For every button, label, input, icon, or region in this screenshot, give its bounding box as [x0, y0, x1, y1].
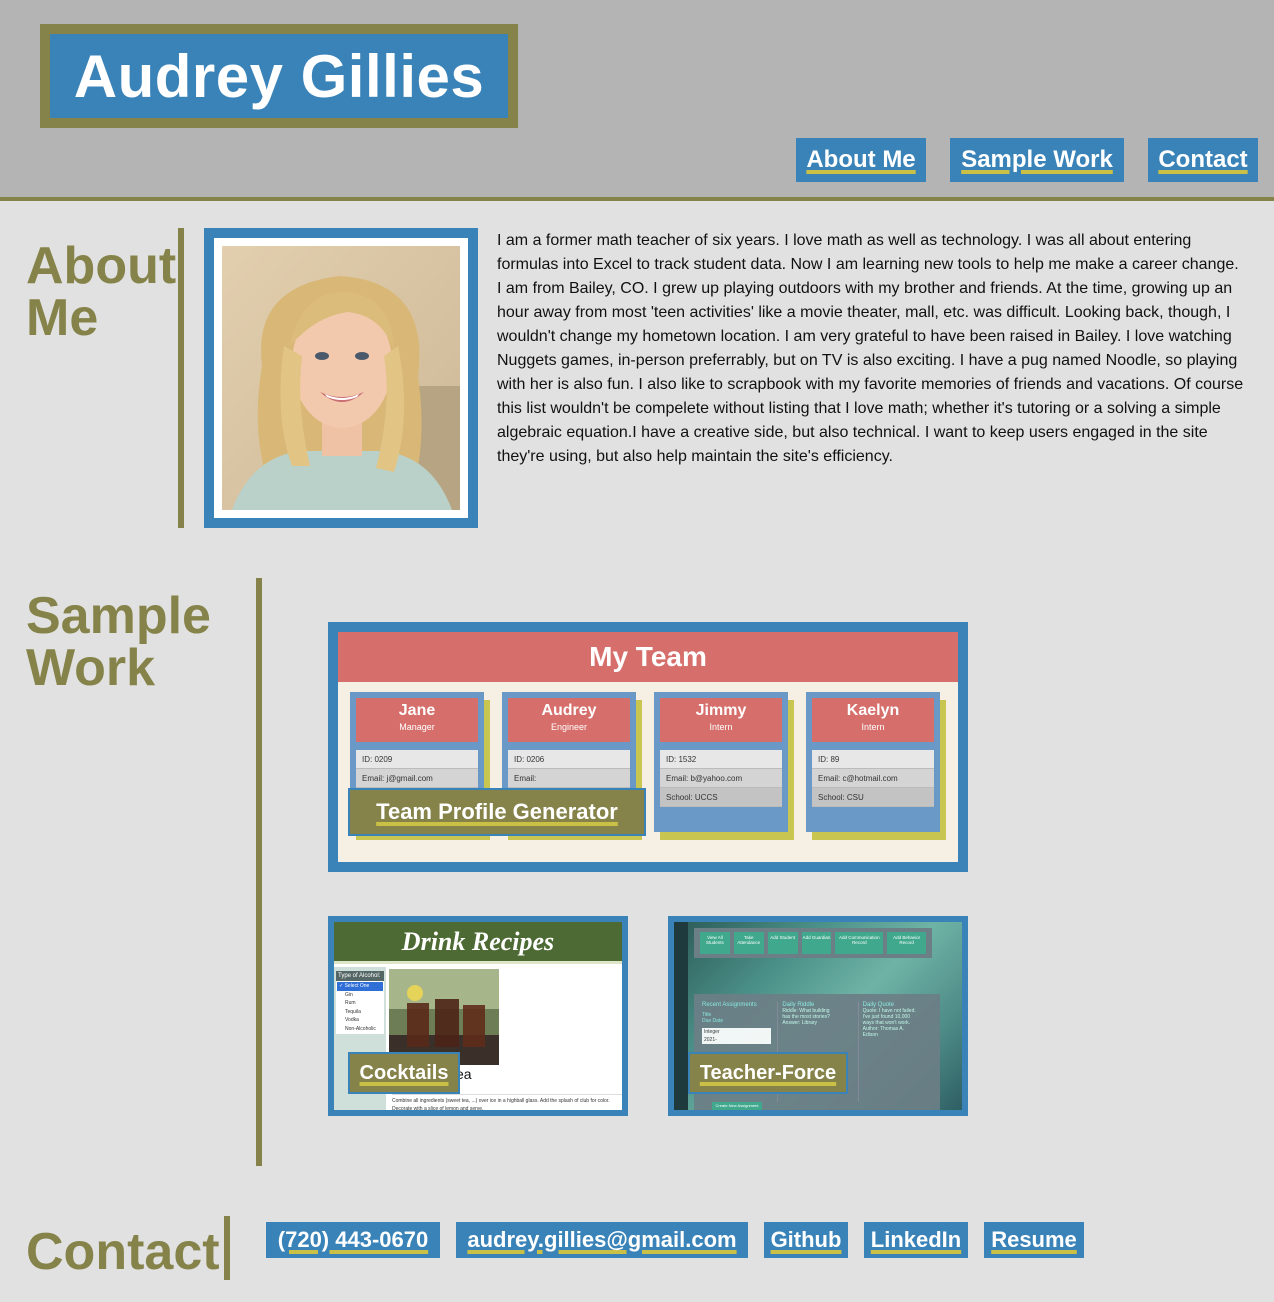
- github-link-label: Github: [770, 1227, 842, 1252]
- alcohol-option: ✓ Select One: [337, 982, 383, 991]
- teacher-panel-line: Edison: [862, 1032, 878, 1038]
- alcohol-option: Rum: [345, 1000, 356, 1006]
- about-heading: About Me: [26, 237, 177, 347]
- teacher-panel: Daily Quote Quote: I have not failed. I'…: [857, 1002, 932, 1102]
- teacher-panel-line: Answer: Library: [782, 1020, 818, 1026]
- contact-heading: Contact: [26, 1223, 220, 1281]
- about-divider: [178, 228, 184, 528]
- project-label-team-profile[interactable]: Team Profile Generator: [348, 788, 646, 836]
- team-heading: My Team: [338, 632, 958, 682]
- project-label-cocktails[interactable]: Cocktails: [348, 1052, 460, 1094]
- alcohol-option: Tequila: [345, 1008, 361, 1015]
- nav-contact-label: Contact: [1158, 146, 1248, 173]
- nav-sample-work-label: Sample Work: [961, 146, 1113, 173]
- nav-about-me[interactable]: About Me: [796, 138, 926, 182]
- team-member-role: Intern: [709, 722, 733, 732]
- sample-work-divider: [256, 578, 262, 1166]
- teacher-panel-line: 2021-: [702, 1036, 772, 1044]
- project-card-team-profile[interactable]: My Team Jane Manager ID: 0209 Email: j@gm…: [328, 622, 968, 872]
- team-member-header: Jane Manager: [356, 698, 478, 742]
- alcohol-option: Vodka: [345, 1017, 359, 1023]
- team-member-email: Email: c@hotmail.com: [812, 769, 934, 788]
- teacher-side-strip: [674, 922, 688, 1110]
- team-member-email: Email: b@yahoo.com: [660, 769, 782, 788]
- site-header: Audrey Gillies About Me Sample Work Cont…: [0, 0, 1274, 201]
- create-assignment-button: Create New Assignment: [712, 1102, 762, 1110]
- alcohol-select-list: ✓ Select One Gin Rum Tequila Vodka Non-A…: [336, 981, 384, 1034]
- nav-about-me-label: About Me: [806, 146, 916, 173]
- about-paragraph: I am a former math teacher of six years.…: [497, 232, 1244, 465]
- team-member-role: Manager: [399, 722, 435, 732]
- team-member-name: Jimmy: [695, 702, 747, 719]
- profile-photo-frame: [204, 228, 478, 528]
- team-member-header: Jimmy Intern: [660, 698, 782, 742]
- phone-link-label: (720) 443-0670: [277, 1227, 429, 1252]
- teacher-panel-line: Integer: [702, 1028, 772, 1036]
- sample-work-heading: Sample Work: [26, 587, 211, 697]
- team-member-header: Kaelyn Intern: [812, 698, 934, 742]
- drink-recipes-heading: Drink Recipes: [334, 922, 622, 964]
- team-member-id: ID: 0209: [356, 750, 478, 769]
- team-member-header: Audrey Engineer: [508, 698, 630, 742]
- teacher-toolbar-button: Add Communication Record: [835, 932, 884, 954]
- contact-divider: [224, 1216, 230, 1280]
- project-label-teacher-force[interactable]: Teacher-Force: [688, 1052, 848, 1094]
- team-member-id: ID: 1532: [660, 750, 782, 769]
- cocktails-screenshot: Drink Recipes Type of Alcohol: ✓ Select …: [334, 922, 622, 1110]
- phone-link[interactable]: (720) 443-0670: [266, 1222, 440, 1258]
- nav-sample-work[interactable]: Sample Work: [950, 138, 1124, 182]
- team-member-name: Kaelyn: [846, 702, 900, 719]
- team-member-card: Jimmy Intern ID: 1532 Email: b@yahoo.com …: [654, 692, 788, 832]
- team-member-name: Audrey: [541, 702, 597, 719]
- alcohol-select-label: Type of Alcohol:: [336, 971, 384, 981]
- iced-tea-image: [389, 969, 499, 1065]
- teacher-panel-line: Due Date: [702, 1018, 724, 1024]
- team-profile-screenshot: My Team Jane Manager ID: 0209 Email: j@gm…: [338, 632, 958, 862]
- teacher-toolbar-button: Take Attendance: [733, 932, 764, 954]
- project-label-text: Cocktails: [359, 1061, 449, 1084]
- profile-photo-mat: [214, 238, 468, 518]
- teacher-toolbar-button: View All Students: [700, 932, 730, 954]
- team-member-name: Jane: [398, 702, 436, 719]
- email-link-label: audrey.gillies@gmail.com: [467, 1227, 737, 1252]
- team-member-id: ID: 89: [812, 750, 934, 769]
- teacher-panel-title: Recent Assignments: [702, 1002, 757, 1008]
- team-member-school: School: UCCS: [660, 788, 782, 807]
- alcohol-option: Non-Alcoholic: [345, 1025, 376, 1032]
- team-member-card: Kaelyn Intern ID: 89 Email: c@hotmail.com…: [806, 692, 940, 832]
- teacher-toolbar-button: Add Student: [767, 932, 798, 954]
- teacher-force-screenshot: View All Students Take Attendance Add St…: [674, 922, 962, 1110]
- linkedin-link-label: LinkedIn: [870, 1227, 962, 1252]
- project-card-teacher-force[interactable]: View All Students Take Attendance Add St…: [668, 916, 968, 1116]
- project-label-text: Teacher-Force: [699, 1061, 837, 1084]
- nav-contact[interactable]: Contact: [1148, 138, 1258, 182]
- profile-photo: [222, 246, 460, 510]
- site-title: Audrey Gillies: [73, 42, 485, 110]
- team-member-email: Email:: [508, 769, 630, 788]
- teacher-toolbar-button: Add Behavior Record: [887, 932, 927, 954]
- team-member-role: Engineer: [550, 722, 588, 732]
- site-title-box: Audrey Gillies: [50, 34, 508, 118]
- project-label-text: Team Profile Generator: [376, 799, 618, 824]
- portrait-image: [222, 246, 460, 510]
- email-link[interactable]: audrey.gillies@gmail.com: [456, 1222, 748, 1258]
- team-member-school: School: CSU: [812, 788, 934, 807]
- site-title-frame: Audrey Gillies: [40, 24, 518, 128]
- team-member-id: ID: 0206: [508, 750, 630, 769]
- alcohol-option: Gin: [345, 991, 353, 998]
- drink-photo: [389, 969, 499, 1065]
- linkedin-link[interactable]: LinkedIn: [864, 1222, 968, 1258]
- team-member-role: Intern: [861, 722, 885, 732]
- project-card-cocktails[interactable]: Drink Recipes Type of Alcohol: ✓ Select …: [328, 916, 628, 1116]
- recipe-instructions: Combine all ingredients (sweet tea, ...)…: [392, 1094, 622, 1110]
- github-link[interactable]: Github: [764, 1222, 848, 1258]
- teacher-toolbar: View All Students Take Attendance Add St…: [694, 928, 932, 958]
- resume-link-label: Resume: [991, 1227, 1077, 1252]
- team-member-email: Email: j@gmail.com: [356, 769, 478, 788]
- resume-link[interactable]: Resume: [984, 1222, 1084, 1258]
- teacher-toolbar-button: Add Guardian: [801, 932, 832, 954]
